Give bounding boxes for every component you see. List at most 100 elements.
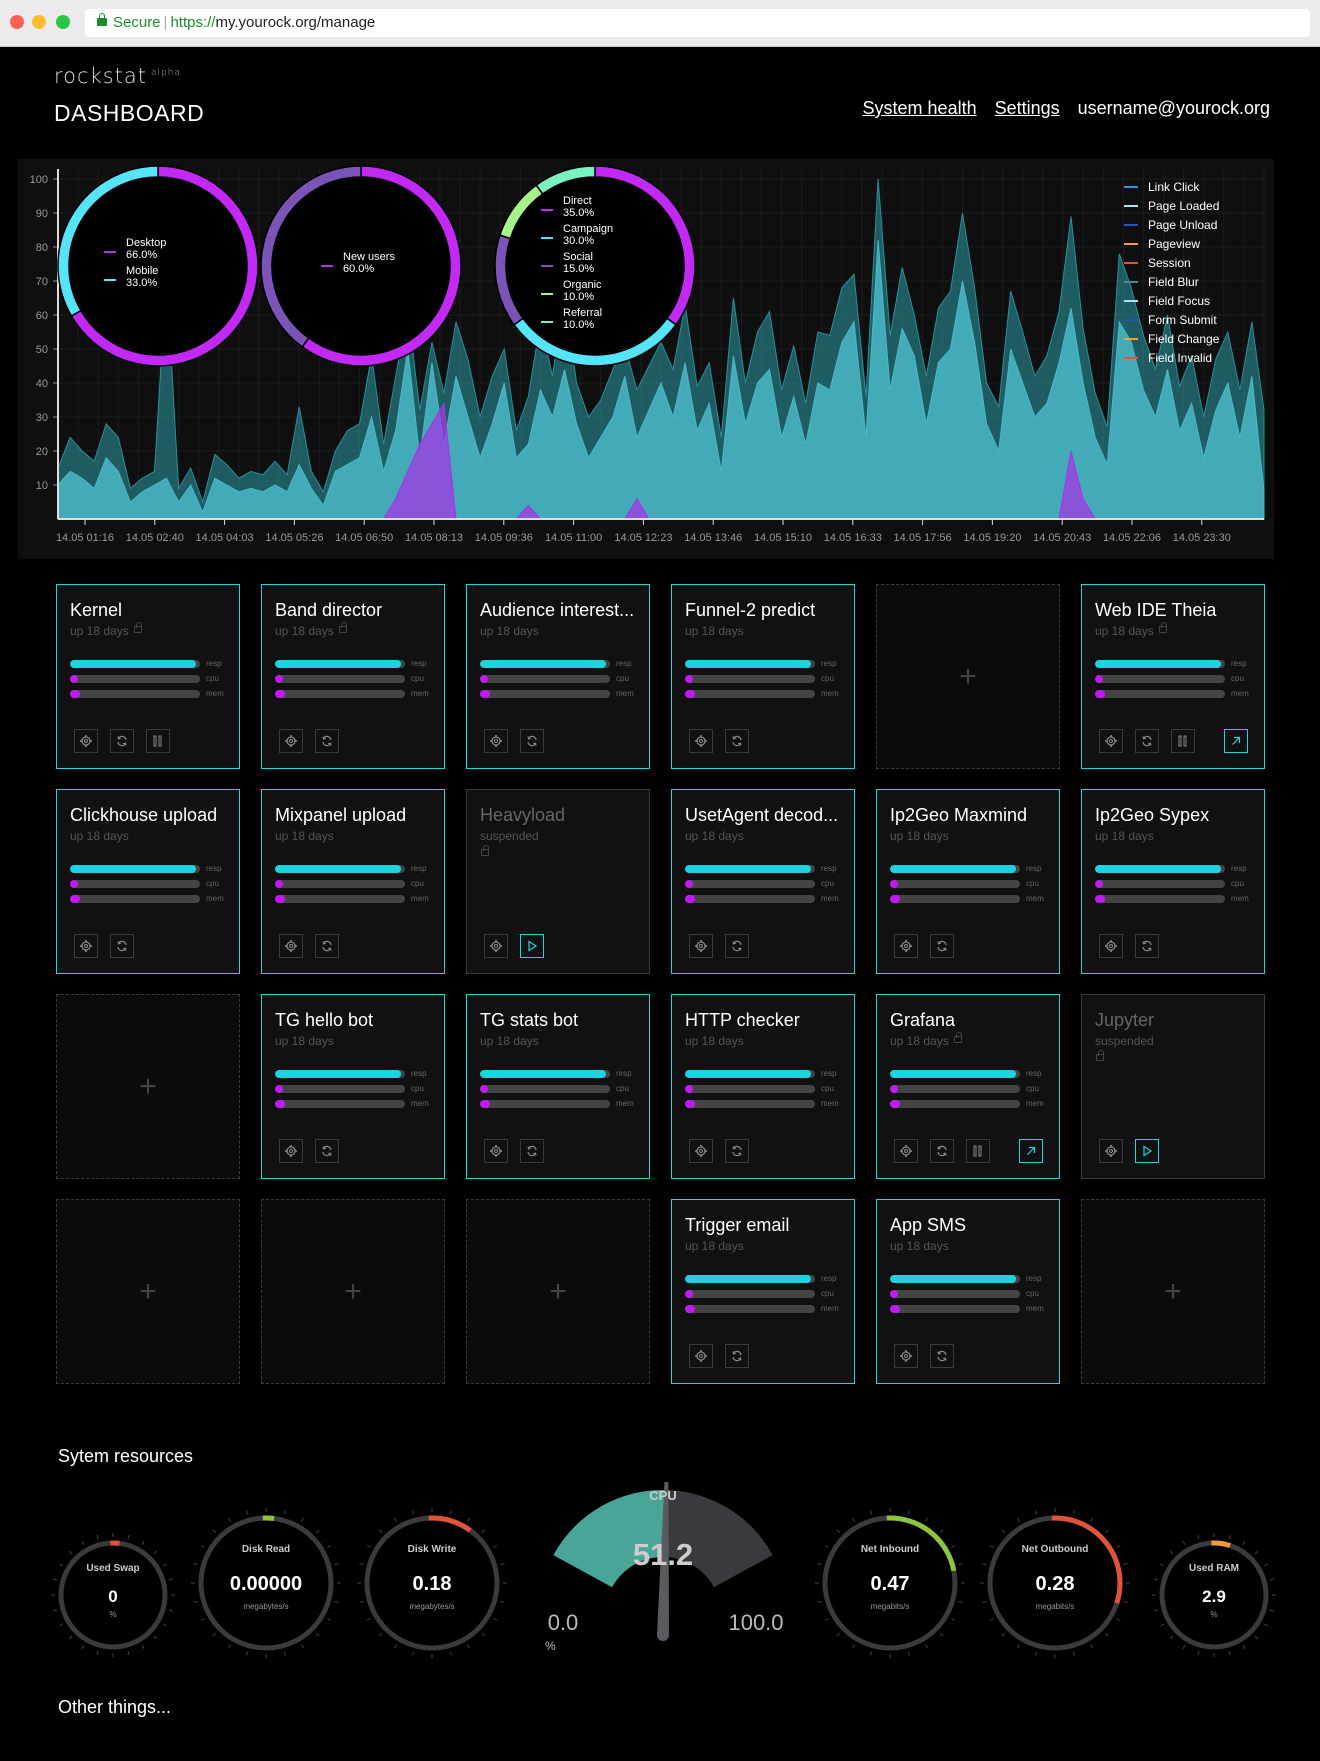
- settings-button[interactable]: [894, 1139, 918, 1163]
- service-card[interactable]: Band director up 18 days resp cpu mem: [261, 584, 445, 769]
- gauge-tick: [1116, 1618, 1121, 1621]
- close-window-button[interactable]: [10, 15, 24, 29]
- resp-label: resp: [1026, 1274, 1042, 1283]
- settings-button[interactable]: [484, 934, 508, 958]
- service-title: TG hello bot: [275, 1010, 374, 1030]
- settings-button[interactable]: [74, 729, 98, 753]
- service-card[interactable]: Jupyter suspended: [1081, 994, 1265, 1179]
- restart-button[interactable]: [110, 729, 134, 753]
- service-card[interactable]: Grafana up 18 days resp cpu mem: [876, 994, 1060, 1179]
- service-card[interactable]: Heavyload suspended: [466, 789, 650, 974]
- add-service-slot[interactable]: +: [56, 1199, 240, 1384]
- settings-button[interactable]: [279, 1139, 303, 1163]
- service-card[interactable]: Kernel up 18 days resp cpu mem: [56, 584, 240, 769]
- add-service-slot[interactable]: +: [56, 994, 240, 1179]
- add-service-slot[interactable]: +: [261, 1199, 445, 1384]
- lock-icon: [134, 622, 142, 633]
- service-card[interactable]: UsetAgent decod... up 18 days resp cpu mem: [671, 789, 855, 974]
- restart-button[interactable]: [520, 1139, 544, 1163]
- card-actions: [74, 729, 170, 753]
- settings-button[interactable]: [894, 934, 918, 958]
- restart-button[interactable]: [725, 1344, 749, 1368]
- resp-track: [890, 865, 1020, 873]
- settings-button[interactable]: [1099, 934, 1123, 958]
- restart-button[interactable]: [725, 1139, 749, 1163]
- restart-button[interactable]: [725, 729, 749, 753]
- usage-bars: resp cpu mem: [275, 862, 440, 907]
- service-card[interactable]: Web IDE Theia up 18 days resp cpu mem: [1081, 584, 1265, 769]
- settings-button[interactable]: [894, 1344, 918, 1368]
- restart-button[interactable]: [110, 934, 134, 958]
- settings-link[interactable]: Settings: [995, 98, 1060, 119]
- add-service-slot[interactable]: +: [466, 1199, 650, 1384]
- gauge-tick: [193, 1563, 198, 1566]
- settings-button[interactable]: [689, 934, 713, 958]
- pause-button[interactable]: [966, 1139, 990, 1163]
- cpu-bar: cpu: [275, 672, 440, 687]
- settings-button[interactable]: [279, 934, 303, 958]
- service-card[interactable]: Clickhouse upload up 18 days resp cpu mem: [56, 789, 240, 974]
- gauge-disk-read: Disk Read 0.00000 megabytes/s: [191, 1508, 341, 1658]
- cpu-bar: cpu: [1095, 877, 1260, 892]
- service-card[interactable]: Funnel-2 predict up 18 days resp cpu mem: [671, 584, 855, 769]
- gauge-tick: [1182, 1644, 1186, 1649]
- settings-button[interactable]: [74, 934, 98, 958]
- service-card[interactable]: TG stats bot up 18 days resp cpu mem: [466, 994, 650, 1179]
- resp-fill: [480, 660, 607, 668]
- gauge-tick: [127, 1650, 130, 1656]
- x-tick-label: 14.05 08:13: [405, 532, 463, 544]
- add-service-slot[interactable]: +: [876, 584, 1060, 769]
- mem-track: [275, 690, 405, 698]
- card-actions: [689, 934, 749, 958]
- restart-button[interactable]: [315, 729, 339, 753]
- service-card[interactable]: Trigger email up 18 days resp cpu mem: [671, 1199, 855, 1384]
- pause-icon: [972, 1145, 984, 1157]
- restart-button[interactable]: [315, 1139, 339, 1163]
- restart-button[interactable]: [725, 934, 749, 958]
- pause-button[interactable]: [1171, 729, 1195, 753]
- service-card[interactable]: Audience interest... up 18 days resp cpu mem: [466, 584, 650, 769]
- service-card[interactable]: HTTP checker up 18 days resp cpu mem: [671, 994, 855, 1179]
- settings-button[interactable]: [689, 1139, 713, 1163]
- service-card[interactable]: Ip2Geo Sypex up 18 days resp cpu mem: [1081, 789, 1265, 974]
- service-card[interactable]: TG hello bot up 18 days resp cpu mem: [261, 994, 445, 1179]
- settings-button[interactable]: [279, 729, 303, 753]
- maximize-window-button[interactable]: [56, 15, 70, 29]
- restart-button[interactable]: [930, 934, 954, 958]
- settings-button[interactable]: [1099, 729, 1123, 753]
- settings-button[interactable]: [1099, 1139, 1123, 1163]
- logo[interactable]: rockstat alpha: [54, 64, 181, 88]
- start-button[interactable]: [520, 934, 544, 958]
- open-external-button[interactable]: [1019, 1139, 1043, 1163]
- add-service-slot[interactable]: +: [1081, 1199, 1265, 1384]
- minimize-window-button[interactable]: [32, 15, 46, 29]
- resp-fill: [685, 1070, 812, 1078]
- cpu-track: [70, 880, 200, 888]
- gauge-tick: [1123, 1563, 1128, 1566]
- system-health-link[interactable]: System health: [863, 98, 977, 119]
- restart-button[interactable]: [930, 1139, 954, 1163]
- start-button[interactable]: [1135, 1139, 1159, 1163]
- settings-button[interactable]: [689, 729, 713, 753]
- user-email[interactable]: username@yourock.org: [1078, 98, 1270, 119]
- open-external-button[interactable]: [1224, 729, 1248, 753]
- service-card[interactable]: App SMS up 18 days resp cpu mem: [876, 1199, 1060, 1384]
- settings-button[interactable]: [484, 1139, 508, 1163]
- service-card[interactable]: Mixpanel upload up 18 days resp cpu mem: [261, 789, 445, 974]
- service-card[interactable]: Ip2Geo Maxmind up 18 days resp cpu mem: [876, 789, 1060, 974]
- usage-bars: resp cpu mem: [70, 862, 235, 907]
- resp-track: [685, 865, 815, 873]
- settings-button[interactable]: [484, 729, 508, 753]
- restart-button[interactable]: [315, 934, 339, 958]
- restart-button[interactable]: [1135, 934, 1159, 958]
- restart-button[interactable]: [930, 1344, 954, 1368]
- pause-button[interactable]: [146, 729, 170, 753]
- mem-fill: [70, 895, 81, 903]
- y-tick-label: 100: [30, 174, 48, 186]
- restart-button[interactable]: [1135, 729, 1159, 753]
- gauge-tick: [1153, 1578, 1159, 1581]
- cpu-label: cpu: [411, 674, 424, 683]
- settings-button[interactable]: [689, 1344, 713, 1368]
- restart-button[interactable]: [520, 729, 544, 753]
- address-bar[interactable]: Secure | https://my.yourock.org/manage: [85, 9, 1310, 37]
